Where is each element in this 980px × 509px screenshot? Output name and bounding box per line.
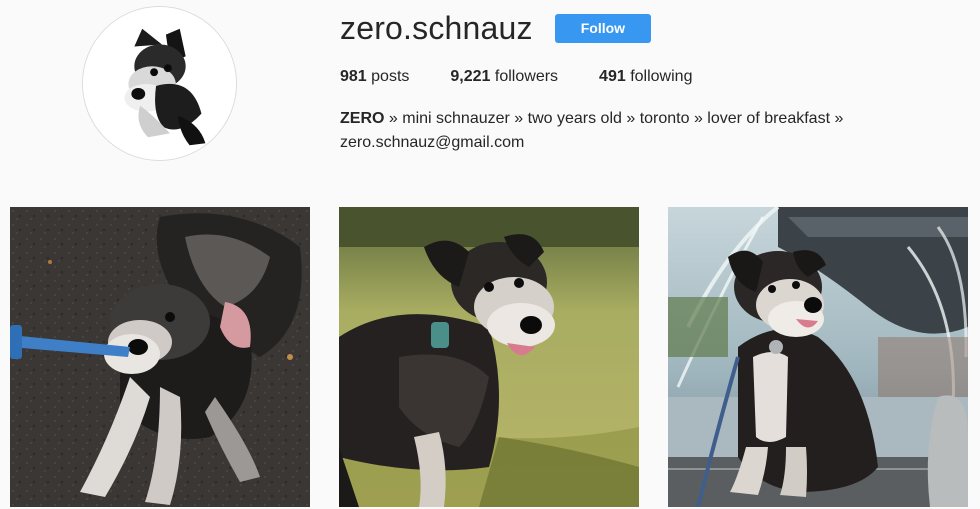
dog-on-asphalt-photo-icon xyxy=(10,207,310,507)
bio-text: » mini schnauzer » two years old » toron… xyxy=(384,110,844,127)
followers-count: 9,221 xyxy=(450,68,491,85)
post-thumbnail-3[interactable] xyxy=(668,207,968,507)
following-stat[interactable]: 491 following xyxy=(599,68,692,86)
followers-label: followers xyxy=(494,68,559,85)
profile-title-row: zero.schnauz Follow xyxy=(340,10,960,46)
following-count: 491 xyxy=(599,68,626,85)
followers-stat[interactable]: 9,221 followers xyxy=(450,68,558,86)
dog-avatar-icon xyxy=(83,7,236,160)
post-thumbnail-1[interactable] xyxy=(10,207,310,507)
dog-on-grass-photo-icon xyxy=(339,207,639,507)
bio-line: ZERO » mini schnauzer » two years old » … xyxy=(340,107,960,131)
profile-page: zero.schnauz Follow 981 posts 9,221 foll… xyxy=(0,0,980,509)
profile-username: zero.schnauz xyxy=(340,10,533,46)
profile-stats: 981 posts 9,221 followers 491 following xyxy=(340,68,960,86)
follow-button[interactable]: Follow xyxy=(554,13,652,43)
posts-stat: 981 posts xyxy=(340,68,409,86)
following-label: following xyxy=(630,68,693,85)
posts-count: 981 xyxy=(340,68,367,85)
bio-email[interactable]: zero.schnauz@gmail.com xyxy=(340,131,960,155)
profile-info: zero.schnauz Follow 981 posts 9,221 foll… xyxy=(340,10,960,155)
bio-name: ZERO xyxy=(340,110,385,127)
posts-label: posts xyxy=(371,68,410,85)
profile-avatar[interactable] xyxy=(82,6,237,161)
dog-by-fountain-photo-icon xyxy=(668,207,968,507)
profile-bio: ZERO » mini schnauzer » two years old » … xyxy=(340,107,960,155)
post-thumbnail-2[interactable] xyxy=(339,207,639,507)
